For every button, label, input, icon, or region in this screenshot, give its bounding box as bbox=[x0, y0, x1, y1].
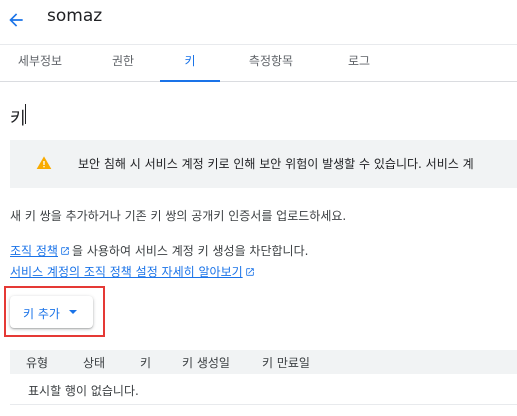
learn-more-link[interactable]: 서비스 계정의 조직 정책 설정 자세히 알아보기 bbox=[10, 265, 243, 279]
keys-description: 새 키 쌍을 추가하거나 기존 키 쌍의 공개키 인증서를 업로드하세요. bbox=[10, 209, 347, 223]
section-heading: 키 bbox=[10, 109, 26, 129]
org-policy-suffix: 을 사용하여 서비스 계정 키 생성을 차단합니다. bbox=[71, 244, 309, 258]
caret-down-icon bbox=[69, 310, 77, 314]
page-title: somaz bbox=[47, 6, 103, 26]
tab-logs[interactable]: 로그 bbox=[336, 45, 382, 80]
learn-more-line: 서비스 계정의 조직 정책 설정 자세히 알아보기 bbox=[10, 263, 257, 280]
external-link-icon bbox=[61, 247, 69, 255]
column-header-type[interactable]: 유형 bbox=[26, 354, 48, 371]
column-header-created[interactable]: 키 생성일 bbox=[182, 354, 230, 371]
column-header-status[interactable]: 상태 bbox=[83, 354, 105, 371]
table-header: 유형 상태 키 키 생성일 키 만료일 bbox=[10, 350, 517, 374]
empty-table-message: 표시할 행이 없습니다. bbox=[28, 384, 139, 398]
add-key-button[interactable]: 키 추가 bbox=[10, 296, 93, 328]
external-link-icon bbox=[245, 268, 254, 276]
org-policy-line: 조직 정책 을 사용하여 서비스 계정 키 생성을 차단합니다. bbox=[10, 242, 308, 259]
org-policy-link[interactable]: 조직 정책 bbox=[10, 244, 58, 258]
tab-keys[interactable]: 키 bbox=[160, 45, 220, 82]
tab-metrics[interactable]: 측정항목 bbox=[236, 45, 306, 80]
arrow-back-icon[interactable] bbox=[6, 10, 26, 30]
app-header: somaz bbox=[0, 0, 517, 40]
warning-icon bbox=[36, 156, 52, 169]
column-header-key[interactable]: 키 bbox=[140, 354, 151, 371]
text-cursor bbox=[25, 104, 26, 124]
tab-details[interactable]: 세부정보 bbox=[10, 45, 70, 80]
tab-bar: 세부정보 권한 키 측정항목 로그 bbox=[0, 44, 517, 82]
add-key-label: 키 추가 bbox=[23, 307, 60, 321]
column-header-expires[interactable]: 키 만료일 bbox=[262, 354, 310, 371]
table-divider bbox=[10, 404, 517, 405]
warning-text: 보안 침해 시 서비스 계정 키로 인해 보안 위험이 발생할 수 있습니다. … bbox=[78, 157, 474, 171]
tab-permissions[interactable]: 권한 bbox=[100, 45, 146, 80]
warning-banner: 보안 침해 시 서비스 계정 키로 인해 보안 위험이 발생할 수 있습니다. … bbox=[10, 140, 517, 188]
